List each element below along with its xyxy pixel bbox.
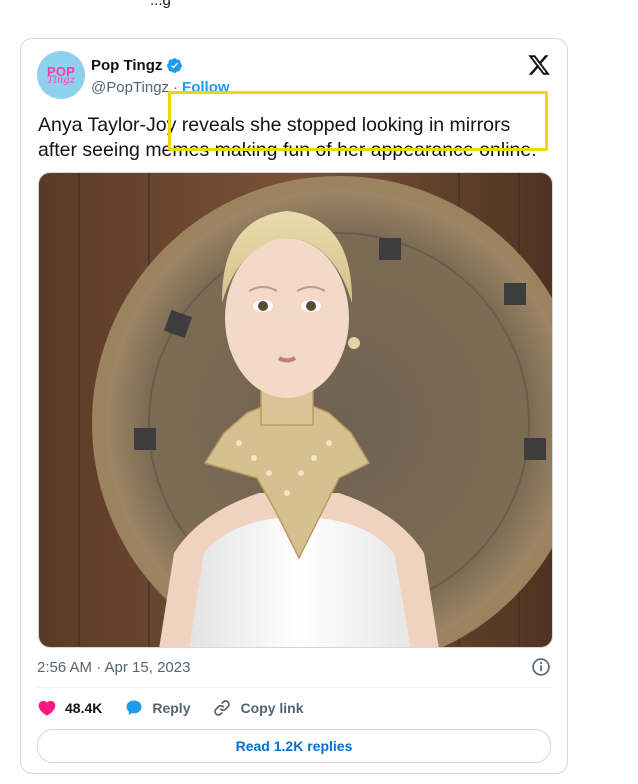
- link-icon: [214, 700, 231, 716]
- tweet-timestamp[interactable]: 2:56 AM · Apr 15, 2023: [37, 659, 190, 676]
- copy-link-button[interactable]: Copy link: [212, 698, 304, 718]
- verified-badge-icon: [167, 58, 183, 73]
- like-button[interactable]: 48.4K: [37, 698, 102, 718]
- reply-button[interactable]: Reply: [124, 698, 190, 718]
- copy-link-label: Copy link: [240, 700, 304, 716]
- tweet-photo[interactable]: [38, 172, 553, 648]
- heart-icon: [38, 700, 56, 716]
- tweet-text: Anya Taylor-Joy reveals she stopped look…: [38, 114, 537, 161]
- reply-label: Reply: [152, 700, 191, 716]
- read-replies-button[interactable]: Read 1.2K replies: [37, 729, 551, 763]
- previous-content-fragment: ...g: [150, 0, 171, 9]
- divider: [37, 687, 551, 688]
- tweet-actions: 48.4K Reply Copy link: [37, 697, 326, 719]
- like-count: 48.4K: [65, 700, 103, 716]
- author-handle[interactable]: @PopTingz: [91, 79, 169, 96]
- author-display-name[interactable]: Pop Tingz: [91, 57, 162, 74]
- author-handle-row: @PopTingz · Follow: [91, 79, 230, 96]
- x-logo-icon[interactable]: [527, 53, 551, 77]
- photo-illustration: [39, 173, 552, 647]
- info-icon[interactable]: [531, 657, 551, 677]
- avatar[interactable]: POP Tingz: [37, 51, 85, 99]
- avatar-logo-bottom: Tingz: [47, 74, 75, 86]
- embedded-tweet-card[interactable]: POP Tingz Pop Tingz @PopTingz · Follow A…: [20, 38, 568, 774]
- follow-button[interactable]: Follow: [182, 79, 230, 96]
- reply-bubble-icon: [126, 700, 142, 716]
- separator-dot: ·: [173, 79, 179, 96]
- author-name-row: Pop Tingz: [91, 57, 183, 74]
